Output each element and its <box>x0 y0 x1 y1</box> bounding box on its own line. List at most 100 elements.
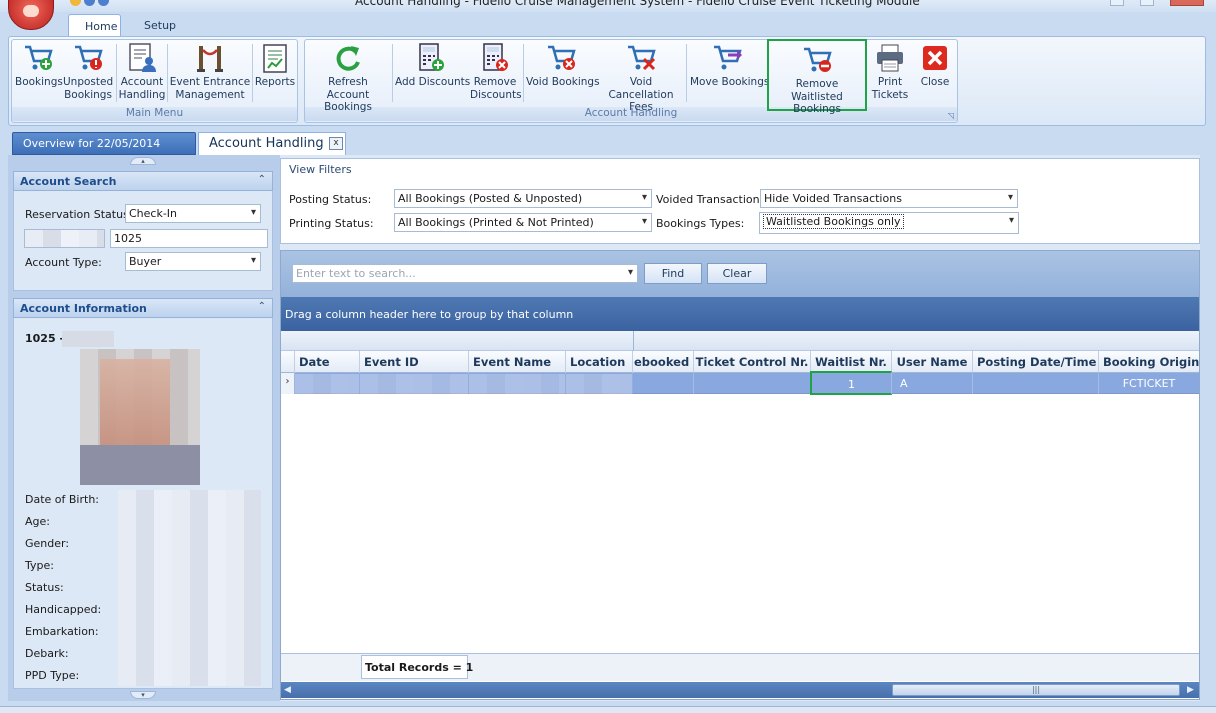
event-entrance-button[interactable]: Event Entrance Management <box>169 42 251 101</box>
column-header-event-name[interactable]: Event Name <box>469 351 566 373</box>
void-cancellation-fees-button[interactable]: Void Cancellation Fees <box>598 42 684 114</box>
separator <box>252 44 253 102</box>
scroll-thumb[interactable]: ||| <box>892 684 1180 696</box>
collapse-icon[interactable]: ⌃ <box>258 174 266 185</box>
void-bookings-button[interactable]: Void Bookings <box>526 42 600 89</box>
account-type-label: Account Type: <box>25 256 102 269</box>
bookings-types-select[interactable]: Waitlisted Bookings only <box>759 212 1019 234</box>
maximize-button[interactable] <box>1140 0 1154 6</box>
separator <box>523 44 524 102</box>
clear-button[interactable]: Clear <box>707 263 767 284</box>
type-label: Type: <box>25 559 54 572</box>
cell-waitlist-nr[interactable]: 1 <box>810 371 892 395</box>
account-handling-icon <box>129 43 156 72</box>
column-header-posting-date[interactable]: Posting Date/Time <box>973 351 1099 373</box>
account-number-value: 1025 <box>114 232 142 245</box>
bookings-button[interactable]: Bookings <box>15 42 63 89</box>
minimize-button[interactable] <box>1110 0 1124 6</box>
column-header-date[interactable]: Date <box>295 351 360 373</box>
printing-status-value: All Bookings (Printed & Not Printed) <box>398 216 594 229</box>
window-title: Account Handling - Fidelio Cruise Manage… <box>355 0 920 8</box>
voided-transactions-select[interactable]: Hide Voided Transactions <box>760 189 1018 208</box>
tab-account-handling[interactable]: Account Handling <box>198 132 346 155</box>
refresh-account-bookings-button[interactable]: Refresh Account Bookings <box>306 42 390 114</box>
cell-rebooked[interactable] <box>633 374 694 394</box>
add-discounts-button[interactable]: Add Discounts <box>395 42 470 89</box>
cart-add-icon <box>25 45 53 70</box>
window-close-button[interactable] <box>1170 0 1204 6</box>
remove-waitlisted-bookings-button[interactable]: Remove Waitlisted Bookings <box>767 39 867 115</box>
column-header-event-id[interactable]: Event ID <box>360 351 469 373</box>
cell-booking-origin[interactable]: FCTICKET <box>1099 374 1199 394</box>
column-header-booking-origin[interactable]: Booking Origin <box>1099 351 1199 373</box>
close-label: Close <box>920 76 950 88</box>
report-icon <box>263 44 287 73</box>
account-prefix-input[interactable] <box>24 229 105 248</box>
separator <box>686 44 687 102</box>
status-bar <box>0 706 1216 713</box>
cell-ticket-control[interactable] <box>694 374 811 394</box>
account-handling-button[interactable]: Account Handling <box>118 42 166 101</box>
bookings-types-label: Bookings Types: <box>656 217 745 230</box>
column-header-ticket-control[interactable]: Ticket Control Nr. <box>694 351 811 373</box>
separator <box>392 44 393 102</box>
column-header-waitlist-nr[interactable]: Waitlist Nr. <box>811 351 892 373</box>
tab-close-icon[interactable]: x <box>329 137 343 150</box>
calculator-remove-icon <box>483 43 508 71</box>
row-indicator-icon[interactable]: › <box>281 373 295 394</box>
cell-event-id[interactable] <box>360 374 469 394</box>
cell-posting-date[interactable] <box>973 374 1099 394</box>
reports-button[interactable]: Reports <box>254 42 296 89</box>
collapse-up-icon[interactable]: ▴ <box>130 157 156 165</box>
gender-label: Gender: <box>25 537 70 550</box>
separator <box>167 44 168 102</box>
dialog-launcher-icon[interactable]: ◹ <box>948 111 954 120</box>
printer-icon <box>877 44 903 72</box>
grid-search-placeholder: Enter text to search... <box>296 267 416 280</box>
bookings-label: Bookings <box>15 76 63 88</box>
debark-label: Debark: <box>25 647 69 660</box>
column-header-rebooked[interactable]: ebooked <box>633 351 694 373</box>
tab-overview[interactable]: Overview for 22/05/2014 <box>12 132 196 155</box>
print-tickets-button[interactable]: Print Tickets <box>870 42 910 101</box>
account-information-header[interactable]: Account Information ⌃ <box>13 298 273 318</box>
collapse-down-icon[interactable]: ▾ <box>130 691 156 699</box>
printing-status-select[interactable]: All Bookings (Printed & Not Printed) <box>394 213 652 232</box>
unposted-bookings-button[interactable]: Unposted Bookings <box>63 42 113 101</box>
posting-status-select[interactable]: All Bookings (Posted & Unposted) <box>394 189 652 208</box>
account-search-header[interactable]: Account Search ⌃ <box>13 171 273 191</box>
column-header-location[interactable]: Location <box>566 351 633 373</box>
column-header-user-name[interactable]: User Name <box>892 351 973 373</box>
handicapped-label: Handicapped: <box>25 603 102 616</box>
calculator-add-icon <box>419 43 444 71</box>
account-name: 1025 - <box>25 332 65 345</box>
cell-date[interactable] <box>295 374 360 394</box>
account-number-input[interactable]: 1025 <box>110 229 268 248</box>
grid-search-input[interactable]: Enter text to search... <box>292 264 638 283</box>
unposted-bookings-label: Unposted Bookings <box>63 76 114 101</box>
remove-discounts-button[interactable]: Remove Discounts <box>470 42 522 101</box>
separator <box>116 44 117 102</box>
find-button[interactable]: Find <box>644 263 702 284</box>
group-by-panel[interactable]: Drag a column header here to group by th… <box>281 297 1199 331</box>
tab-setup[interactable]: Setup <box>128 14 192 38</box>
move-bookings-button[interactable]: Move Bookings <box>690 42 769 89</box>
total-records: Total Records = 1 <box>361 655 473 679</box>
collapse-icon[interactable]: ⌃ <box>258 301 266 312</box>
ppd-type-label: PPD Type: <box>25 669 80 682</box>
voided-transactions-value: Hide Voided Transactions <box>764 192 902 205</box>
bookings-types-value: Waitlisted Bookings only <box>763 214 904 229</box>
event-entrance-label: Event Entrance Management <box>169 76 251 101</box>
cell-event-name[interactable] <box>469 374 566 394</box>
account-type-select[interactable]: Buyer <box>125 252 261 271</box>
close-button[interactable]: Close <box>916 42 954 89</box>
scroll-left-icon[interactable]: ◀ <box>284 685 291 695</box>
cell-user-name[interactable]: A <box>892 374 973 394</box>
passenger-photo <box>80 349 200 485</box>
remove-waitlisted-bookings-label: Remove Waitlisted Bookings <box>791 78 843 115</box>
close-icon <box>923 46 947 70</box>
cell-location[interactable] <box>566 374 633 394</box>
tab-home[interactable]: Home <box>68 14 121 38</box>
scroll-right-icon[interactable]: ▶ <box>1187 685 1194 695</box>
reservation-status-select[interactable]: Check-In <box>125 204 261 223</box>
